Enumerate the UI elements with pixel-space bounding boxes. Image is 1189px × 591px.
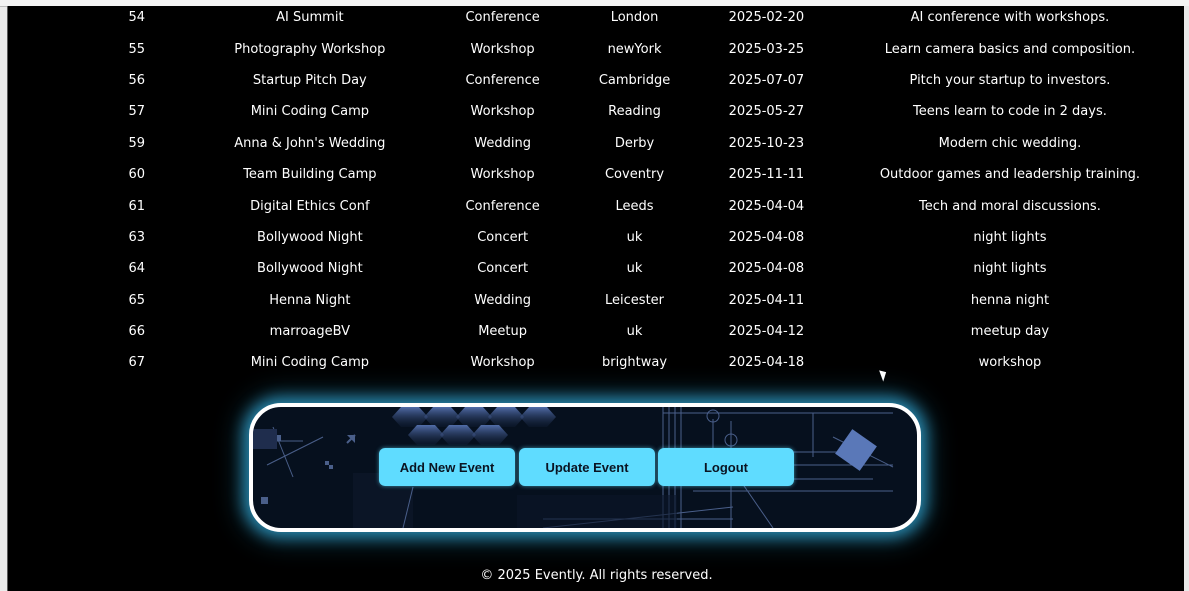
cell-description: Outdoor games and leadership training. — [879, 167, 1141, 183]
vertical-scrollbar[interactable] — [1184, 6, 1189, 591]
footer-copyright: © 2025 Evently. All rights reserved. — [480, 568, 713, 583]
cell-description: Tech and moral discussions. — [919, 198, 1101, 214]
cell-location: newYork — [607, 41, 662, 57]
cell-type: Concert — [477, 261, 529, 277]
table-row: 63 Bollywood Night Concert uk 2025-04-08… — [8, 222, 1185, 253]
cell-name: Photography Workshop — [234, 41, 386, 57]
cell-date: 2025-05-27 — [728, 104, 805, 120]
cell-location: Derby — [614, 135, 655, 151]
cell-name: Bollywood Night — [257, 229, 363, 245]
action-bar: Add New Event Update Event Logout — [249, 403, 921, 532]
cell-location: London — [610, 10, 659, 26]
cell-type: Wedding — [474, 292, 531, 308]
cell-type: Conference — [465, 10, 540, 26]
cell-date: 2025-02-20 — [728, 10, 805, 26]
update-event-button[interactable]: Update Event — [519, 448, 655, 486]
events-table: 54 AI Summit Conference London 2025-02-2… — [8, 6, 1185, 379]
cell-date: 2025-10-23 — [728, 135, 805, 151]
table-row: 65 Henna Night Wedding Leicester 2025-04… — [8, 285, 1185, 316]
cell-location: Leicester — [605, 292, 665, 308]
cell-id: 61 — [128, 198, 146, 214]
cell-id: 54 — [128, 10, 146, 26]
cell-type: Workshop — [470, 167, 535, 183]
cell-date: 2025-04-12 — [728, 324, 805, 340]
cell-type: Workshop — [470, 104, 535, 120]
cell-type: Wedding — [474, 135, 531, 151]
table-row: 66 marroageBV Meetup uk 2025-04-12 meetu… — [8, 316, 1185, 347]
cell-description: meetup day — [970, 324, 1050, 340]
cell-id: 55 — [128, 41, 146, 57]
cell-type: Workshop — [470, 41, 535, 57]
table-row: 67 Mini Coding Camp Workshop brightway 2… — [8, 347, 1185, 378]
table-row: 55 Photography Workshop Workshop newYork… — [8, 33, 1185, 64]
table-row: 59 Anna & John's Wedding Wedding Derby 2… — [8, 128, 1185, 159]
table-row: 60 Team Building Camp Workshop Coventry … — [8, 159, 1185, 190]
cell-type: Conference — [465, 72, 540, 88]
cell-date: 2025-04-04 — [728, 198, 805, 214]
cell-name: AI Summit — [276, 10, 344, 26]
cell-id: 64 — [128, 261, 146, 277]
cell-date: 2025-04-18 — [728, 355, 805, 371]
cell-description: workshop — [978, 355, 1042, 371]
cell-id: 60 — [128, 167, 146, 183]
cell-name: Startup Pitch Day — [252, 72, 367, 88]
cell-date: 2025-07-07 — [728, 72, 805, 88]
cell-id: 57 — [128, 104, 146, 120]
cell-location: brightway — [601, 355, 668, 371]
cell-description: night lights — [973, 261, 1047, 277]
cell-id: 63 — [128, 229, 146, 245]
cell-name: marroageBV — [269, 324, 351, 340]
table-row: 61 Digital Ethics Conf Conference Leeds … — [8, 190, 1185, 221]
table-row: 56 Startup Pitch Day Conference Cambridg… — [8, 65, 1185, 96]
cell-id: 56 — [128, 72, 146, 88]
cell-name: Mini Coding Camp — [250, 104, 369, 120]
cell-description: Modern chic wedding. — [938, 135, 1082, 151]
cell-location: Reading — [608, 104, 661, 120]
cell-description: night lights — [973, 229, 1047, 245]
cell-type: Conference — [465, 198, 540, 214]
table-row: 64 Bollywood Night Concert uk 2025-04-08… — [8, 253, 1185, 284]
cell-name: Anna & John's Wedding — [234, 135, 386, 151]
cell-description: Pitch your startup to investors. — [909, 72, 1111, 88]
add-new-event-button[interactable]: Add New Event — [379, 448, 515, 486]
cell-type: Workshop — [470, 355, 535, 371]
table-row: 54 AI Summit Conference London 2025-02-2… — [8, 6, 1185, 33]
cell-date: 2025-04-08 — [728, 229, 805, 245]
cell-name: Bollywood Night — [257, 261, 363, 277]
cell-id: 65 — [128, 292, 146, 308]
cell-location: uk — [626, 324, 643, 340]
cell-description: AI conference with workshops. — [910, 10, 1110, 26]
page-viewport: 54 AI Summit Conference London 2025-02-2… — [7, 6, 1186, 591]
cell-description: Teens learn to code in 2 days. — [913, 104, 1107, 120]
cell-name: Henna Night — [269, 292, 351, 308]
cell-location: uk — [626, 229, 643, 245]
cell-location: Coventry — [604, 167, 665, 183]
cell-date: 2025-04-11 — [728, 292, 805, 308]
cell-name: Team Building Camp — [243, 167, 377, 183]
cell-location: uk — [626, 261, 643, 277]
logout-button[interactable]: Logout — [658, 448, 794, 486]
cell-type: Meetup — [478, 324, 528, 340]
cell-location: Cambridge — [598, 72, 671, 88]
cell-date: 2025-11-11 — [728, 167, 805, 183]
cell-location: Leeds — [615, 198, 654, 214]
browser-window: 54 AI Summit Conference London 2025-02-2… — [0, 0, 1189, 591]
cell-date: 2025-04-08 — [728, 261, 805, 277]
table-row: 57 Mini Coding Camp Workshop Reading 202… — [8, 96, 1185, 127]
cell-id: 66 — [128, 324, 146, 340]
cell-name: Digital Ethics Conf — [250, 198, 370, 214]
cell-id: 59 — [128, 135, 146, 151]
cell-id: 67 — [128, 355, 146, 371]
cell-type: Concert — [477, 229, 529, 245]
cell-description: Learn camera basics and composition. — [884, 41, 1136, 57]
cell-date: 2025-03-25 — [728, 41, 805, 57]
cell-description: henna night — [970, 292, 1050, 308]
cell-name: Mini Coding Camp — [250, 355, 369, 371]
events-table-body: 54 AI Summit Conference London 2025-02-2… — [8, 6, 1185, 379]
